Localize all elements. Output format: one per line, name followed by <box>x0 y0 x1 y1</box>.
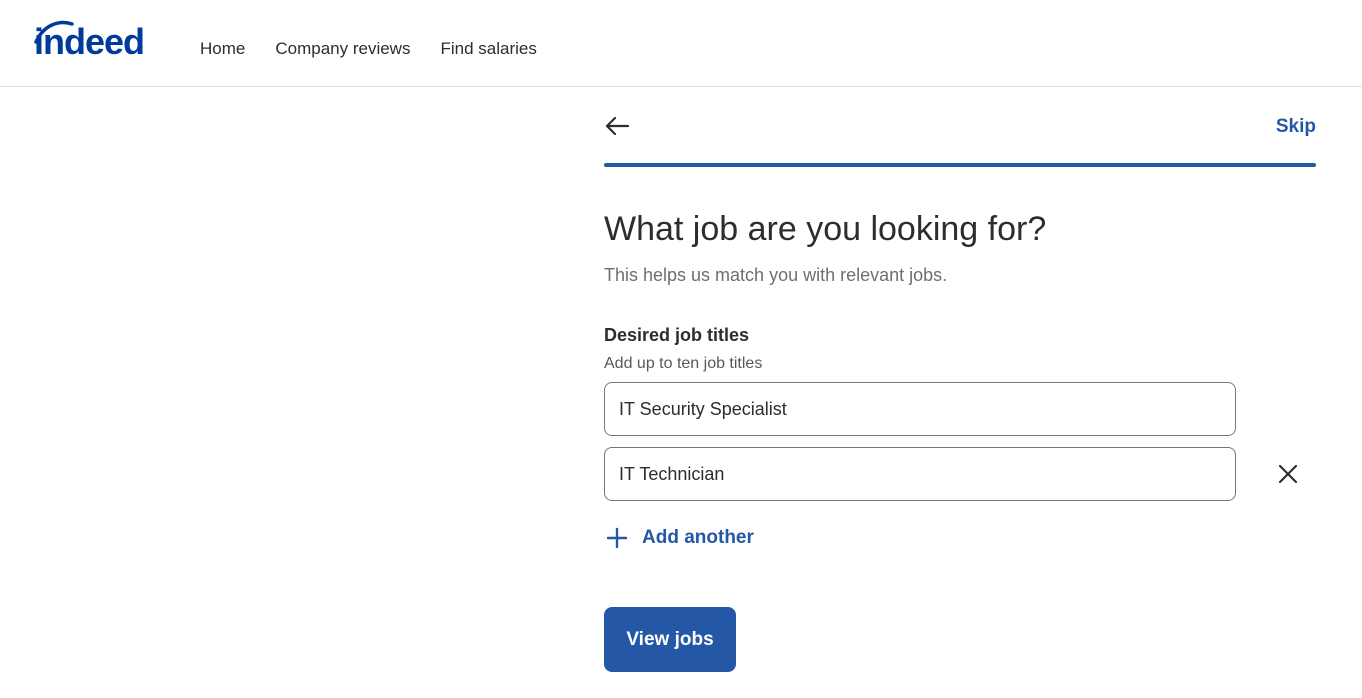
add-another-label: Add another <box>642 527 754 548</box>
job-title-value: IT Security Specialist <box>619 398 787 419</box>
job-preferences-panel: Skip What job are you looking for? This … <box>604 88 1316 672</box>
progress-bar <box>604 163 1316 167</box>
arrow-left-icon[interactable] <box>604 114 630 138</box>
close-icon[interactable] <box>1276 462 1300 486</box>
page-title: What job are you looking for? <box>604 210 1047 248</box>
progress-bar-fill <box>604 163 1316 167</box>
job-title-input-2[interactable]: IT Technician <box>604 447 1236 501</box>
logo-arc-icon <box>34 20 74 44</box>
job-title-input-1[interactable]: IT Security Specialist <box>604 382 1236 436</box>
add-another-button[interactable]: Add another <box>606 527 754 549</box>
nav-home-link[interactable]: Home <box>200 38 245 60</box>
view-jobs-button[interactable]: View jobs <box>604 607 736 672</box>
plus-icon <box>606 527 628 549</box>
job-titles-label: Desired job titles <box>604 325 750 345</box>
main-nav: Home Company reviews Find salaries <box>200 38 537 60</box>
nav-find-salaries-link[interactable]: Find salaries <box>440 38 536 60</box>
nav-company-reviews-link[interactable]: Company reviews <box>275 38 410 60</box>
site-header: indeed Home Company reviews Find salarie… <box>0 0 1362 87</box>
job-title-value: IT Technician <box>619 463 725 484</box>
indeed-logo[interactable]: indeed <box>34 18 145 62</box>
skip-button[interactable]: Skip <box>1276 116 1316 138</box>
page-subtitle: This helps us match you with relevant jo… <box>604 265 948 285</box>
flow-topbar: Skip <box>604 88 1316 167</box>
job-titles-help-text: Add up to ten job titles <box>604 355 763 372</box>
